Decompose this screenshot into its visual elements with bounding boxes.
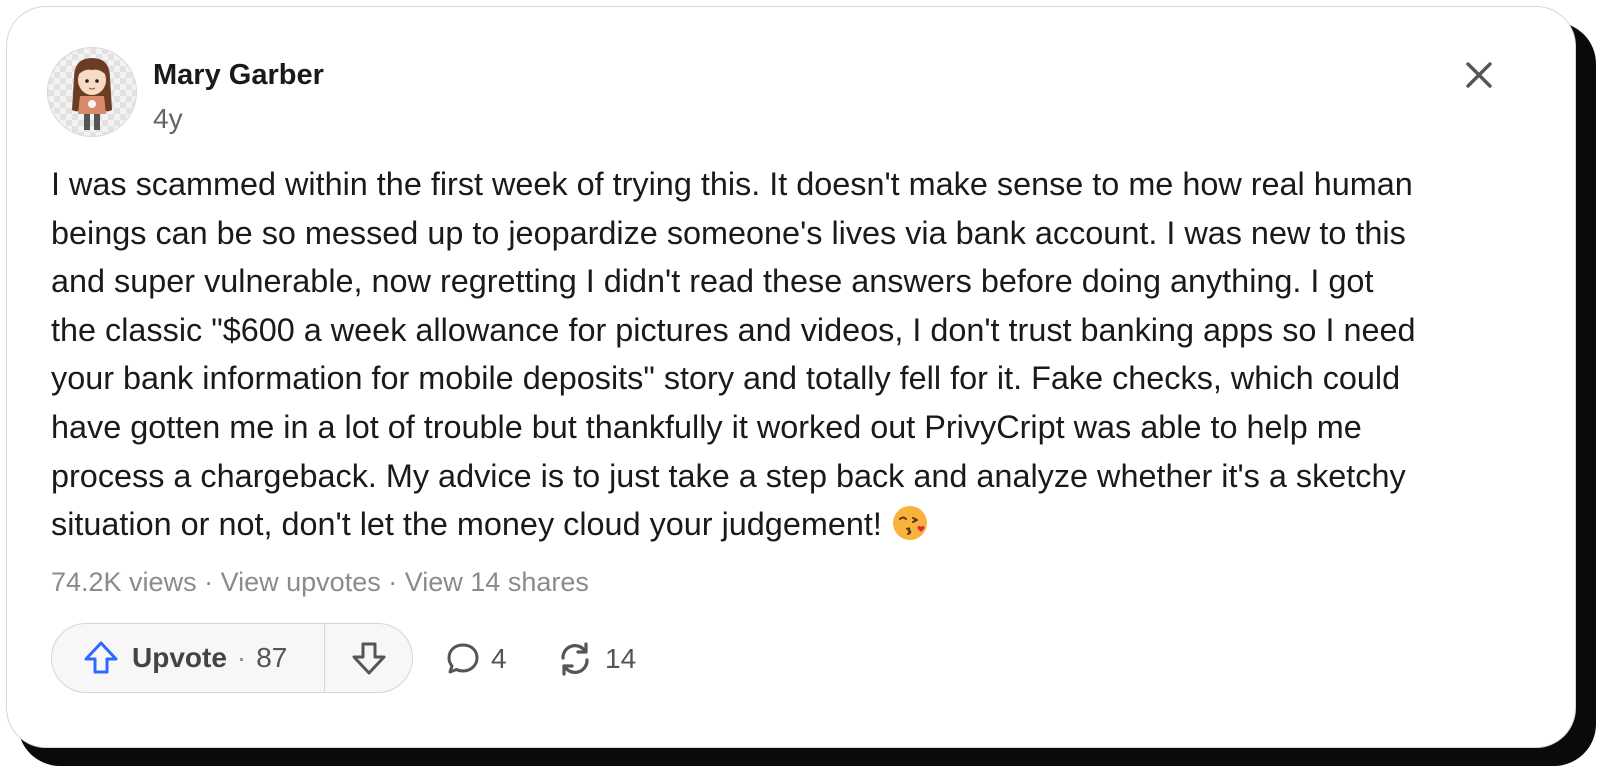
avatar[interactable] <box>47 47 137 137</box>
content-line: the classic "$600 a week allowance for p… <box>51 311 1416 348</box>
post-timestamp[interactable]: 4y <box>153 103 183 135</box>
content-line: beings can be so messed up to jeopardize… <box>51 214 1406 251</box>
close-button[interactable] <box>1457 53 1501 97</box>
content-line: your bank information for mobile deposit… <box>51 360 1401 397</box>
comment-count: 4 <box>491 643 507 674</box>
content-line: process a chargeback. My advice is to ju… <box>51 457 1406 494</box>
view-shares-link[interactable]: View 14 shares <box>405 567 589 597</box>
content-line: and super vulnerable, now regretting I d… <box>51 263 1374 300</box>
comment-bubble-icon <box>447 643 479 674</box>
answer-content: I was scammed within the first week of t… <box>51 160 1521 549</box>
comment-button[interactable]: 4 <box>445 639 507 679</box>
upvote-arrow-icon <box>84 641 118 674</box>
share-button[interactable]: 14 <box>555 639 636 679</box>
content-line: have gotten me in a lot of trouble but t… <box>51 408 1362 445</box>
views-count: 74.2K views <box>51 567 197 597</box>
answer-card: Mary Garber 4y I was scammed within the … <box>6 6 1576 748</box>
downvote-arrow-icon <box>352 642 385 675</box>
avatar-illustration <box>72 58 112 130</box>
upvote-label: Upvote <box>132 642 227 673</box>
kissing-face-emoji-icon <box>892 506 927 541</box>
upvote-count: 87 <box>256 642 288 673</box>
answer-stats: 74.2K views · View upvotes · View 14 sha… <box>51 567 589 598</box>
upvote-button[interactable]: Upvote · 87 <box>52 624 324 692</box>
content-line: I was scammed within the first week of t… <box>51 166 1413 202</box>
view-upvotes-link[interactable]: View upvotes <box>221 567 381 597</box>
share-count: 14 <box>605 643 637 674</box>
author-name[interactable]: Mary Garber <box>153 59 324 92</box>
downvote-button[interactable] <box>325 624 412 692</box>
upvote-separator: · <box>236 642 247 673</box>
vote-control: Upvote · 87 <box>51 623 413 693</box>
content-line-last: situation or not, don't let the money cl… <box>51 500 1521 549</box>
stats-separator: · <box>204 567 214 597</box>
stats-separator: · <box>388 567 398 597</box>
reshare-icon <box>561 642 589 676</box>
content-line: situation or not, don't let the money cl… <box>51 506 882 543</box>
close-icon <box>1466 62 1492 88</box>
